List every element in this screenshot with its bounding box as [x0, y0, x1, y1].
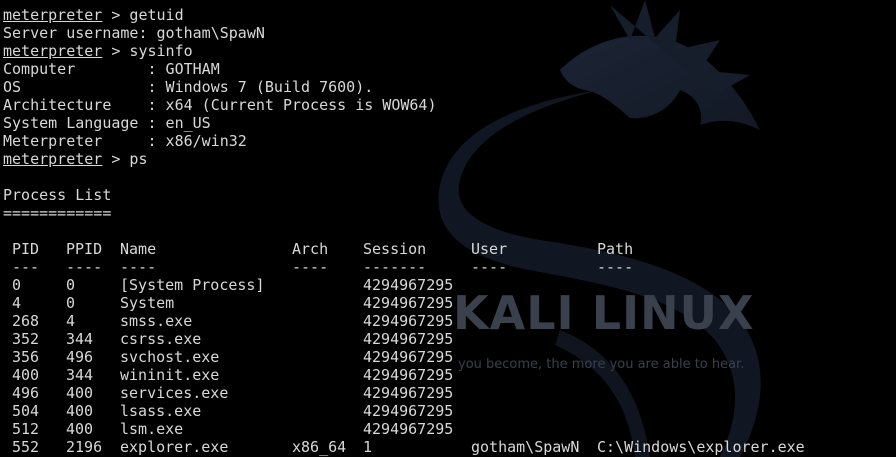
header-ppid: PPID: [66, 240, 103, 258]
meterpreter-prompt: meterpreter: [3, 42, 103, 60]
cell-name: System: [120, 294, 175, 312]
cell-pid: 552: [12, 438, 40, 456]
cell-arch: x86_64: [292, 438, 347, 456]
cell-pid: 504: [12, 402, 40, 420]
sysinfo-meterpreter: Meterpreter : x86/win32: [3, 132, 247, 150]
cell-pid: 400: [12, 366, 40, 384]
cell-ppid: 2196: [66, 438, 103, 456]
dash-user: ----: [471, 258, 508, 276]
process-list-underline: ============: [3, 204, 112, 222]
command-text: > getuid: [102, 6, 184, 24]
cell-session: 4294967295: [363, 312, 454, 330]
command-line-ps: meterpreter > ps: [3, 150, 148, 168]
cell-session: 1: [363, 438, 373, 456]
command-line-sysinfo: meterpreter > sysinfo: [3, 42, 193, 60]
cell-ppid: 344: [66, 366, 94, 384]
cell-name: explorer.exe: [120, 438, 229, 456]
cell-ppid: 0: [66, 276, 76, 294]
cell-name: svchost.exe: [120, 348, 220, 366]
command-line-getuid: meterpreter > getuid: [3, 6, 184, 24]
cell-name: lsm.exe: [120, 420, 184, 438]
cell-session: 4294967295: [363, 294, 454, 312]
cell-ppid: 400: [66, 402, 94, 420]
process-list-title: Process List: [3, 186, 112, 204]
cell-pid: 356: [12, 348, 40, 366]
cell-session: 4294967295: [363, 330, 454, 348]
cell-pid: 512: [12, 420, 40, 438]
cell-user: gotham\SpawN: [471, 438, 580, 456]
cell-path: C:\Windows\explorer.exe: [597, 438, 805, 456]
cell-session: 4294967295: [363, 420, 454, 438]
header-arch: Arch: [292, 240, 329, 258]
dash-path: ----: [597, 258, 634, 276]
cell-session: 4294967295: [363, 366, 454, 384]
cell-pid: 0: [12, 276, 22, 294]
dash-arch: ----: [292, 258, 329, 276]
cell-session: 4294967295: [363, 402, 454, 420]
dash-ppid: ----: [66, 258, 103, 276]
dash-name: ----: [120, 258, 157, 276]
sysinfo-computer: Computer : GOTHAM: [3, 60, 220, 78]
meterpreter-prompt: meterpreter: [3, 150, 103, 168]
dash-pid: ---: [12, 258, 40, 276]
header-name: Name: [120, 240, 157, 258]
cell-ppid: 0: [66, 294, 76, 312]
dash-session: -------: [363, 258, 427, 276]
cell-session: 4294967295: [363, 276, 454, 294]
meterpreter-prompt: meterpreter: [3, 6, 103, 24]
sysinfo-language: System Language : en_US: [3, 114, 211, 132]
cell-pid: 352: [12, 330, 40, 348]
sysinfo-architecture: Architecture : x64 (Current Process is W…: [3, 96, 437, 114]
cell-pid: 4: [12, 294, 22, 312]
cell-name: services.exe: [120, 384, 229, 402]
sysinfo-os: OS : Windows 7 (Build 7600).: [3, 78, 374, 96]
cell-name: [System Process]: [120, 276, 265, 294]
cell-session: 4294967295: [363, 348, 454, 366]
cell-ppid: 400: [66, 420, 94, 438]
header-user: User: [471, 240, 508, 258]
cell-name: lsass.exe: [120, 402, 202, 420]
header-session: Session: [363, 240, 427, 258]
cell-ppid: 4: [66, 312, 76, 330]
cell-pid: 268: [12, 312, 40, 330]
command-text: > ps: [102, 150, 148, 168]
header-pid: PID: [12, 240, 40, 258]
cell-pid: 496: [12, 384, 40, 402]
cell-ppid: 344: [66, 330, 94, 348]
cell-session: 4294967295: [363, 384, 454, 402]
command-text: > sysinfo: [102, 42, 193, 60]
header-path: Path: [597, 240, 634, 258]
cell-ppid: 400: [66, 384, 94, 402]
cell-name: csrss.exe: [120, 330, 202, 348]
getuid-output: Server username: gotham\SpawN: [3, 24, 265, 42]
cell-name: wininit.exe: [120, 366, 220, 384]
cell-ppid: 496: [66, 348, 94, 366]
cell-name: smss.exe: [120, 312, 193, 330]
terminal[interactable]: meterpreter > getuid Server username: go…: [0, 0, 896, 457]
